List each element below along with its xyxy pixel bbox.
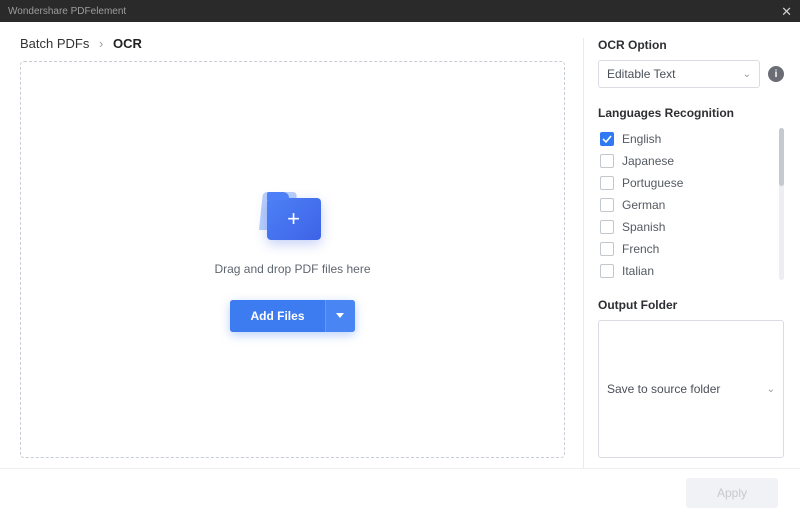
output-folder-label: Output Folder — [598, 298, 784, 312]
language-name: Italian — [622, 264, 654, 278]
language-name: Spanish — [622, 220, 665, 234]
window-title: Wondershare PDFelement — [8, 6, 126, 17]
plus-icon: + — [287, 208, 300, 230]
ocr-option-select[interactable]: Editable Text ⌄ — [598, 60, 760, 88]
breadcrumb-parent[interactable]: Batch PDFs — [20, 36, 89, 51]
breadcrumb-current: OCR — [113, 36, 142, 51]
content-area: Batch PDFs › OCR + Drag and drop PDF fil… — [0, 22, 800, 468]
language-checkbox[interactable] — [600, 132, 614, 146]
language-item[interactable]: English — [598, 128, 784, 150]
add-files-dropdown-button[interactable] — [325, 300, 355, 332]
language-item[interactable]: Portuguese — [598, 172, 784, 194]
language-checkbox[interactable] — [600, 154, 614, 168]
language-checkbox[interactable] — [600, 176, 614, 190]
add-folder-icon: + — [261, 188, 325, 240]
languages-label: Languages Recognition — [598, 106, 784, 120]
title-bar: Wondershare PDFelement ✕ — [0, 0, 800, 22]
language-checkbox[interactable] — [600, 242, 614, 256]
ocr-option-label: OCR Option — [598, 38, 784, 52]
output-folder-value: Save to source folder — [607, 382, 720, 396]
language-name: English — [622, 132, 661, 146]
chevron-right-icon: › — [99, 36, 103, 51]
chevron-down-icon: ⌄ — [767, 384, 775, 395]
breadcrumb: Batch PDFs › OCR — [20, 36, 565, 51]
language-checkbox[interactable] — [600, 198, 614, 212]
close-icon[interactable]: ✕ — [781, 5, 792, 18]
info-icon[interactable]: i — [768, 66, 784, 82]
chevron-down-icon: ⌄ — [743, 69, 751, 80]
language-item[interactable]: Italian — [598, 260, 784, 280]
language-checkbox[interactable] — [600, 220, 614, 234]
drop-hint: Drag and drop PDF files here — [214, 262, 370, 276]
footer-bar: Apply — [0, 468, 800, 516]
output-folder-select[interactable]: Save to source folder ⌄ — [598, 320, 784, 458]
apply-button[interactable]: Apply — [686, 478, 778, 508]
scrollbar-thumb[interactable] — [779, 128, 784, 186]
language-name: Japanese — [622, 154, 674, 168]
right-panel: OCR Option Editable Text ⌄ i Languages R… — [584, 22, 800, 468]
language-name: German — [622, 198, 665, 212]
language-checkbox[interactable] — [600, 264, 614, 278]
scrollbar-track[interactable] — [779, 128, 784, 280]
add-files-button[interactable]: Add Files — [230, 300, 324, 332]
language-item[interactable]: German — [598, 194, 784, 216]
language-item[interactable]: Japanese — [598, 150, 784, 172]
left-panel: Batch PDFs › OCR + Drag and drop PDF fil… — [0, 22, 583, 468]
language-item[interactable]: Spanish — [598, 216, 784, 238]
language-name: Portuguese — [622, 176, 683, 190]
chevron-down-icon — [336, 313, 344, 318]
add-files-split-button: Add Files — [230, 300, 354, 332]
drop-zone[interactable]: + Drag and drop PDF files here Add Files — [20, 61, 565, 458]
language-name: French — [622, 242, 659, 256]
languages-list[interactable]: English Japanese Portuguese German Spanish Fr… — [598, 128, 784, 280]
language-item[interactable]: French — [598, 238, 784, 260]
ocr-option-value: Editable Text — [607, 67, 676, 81]
